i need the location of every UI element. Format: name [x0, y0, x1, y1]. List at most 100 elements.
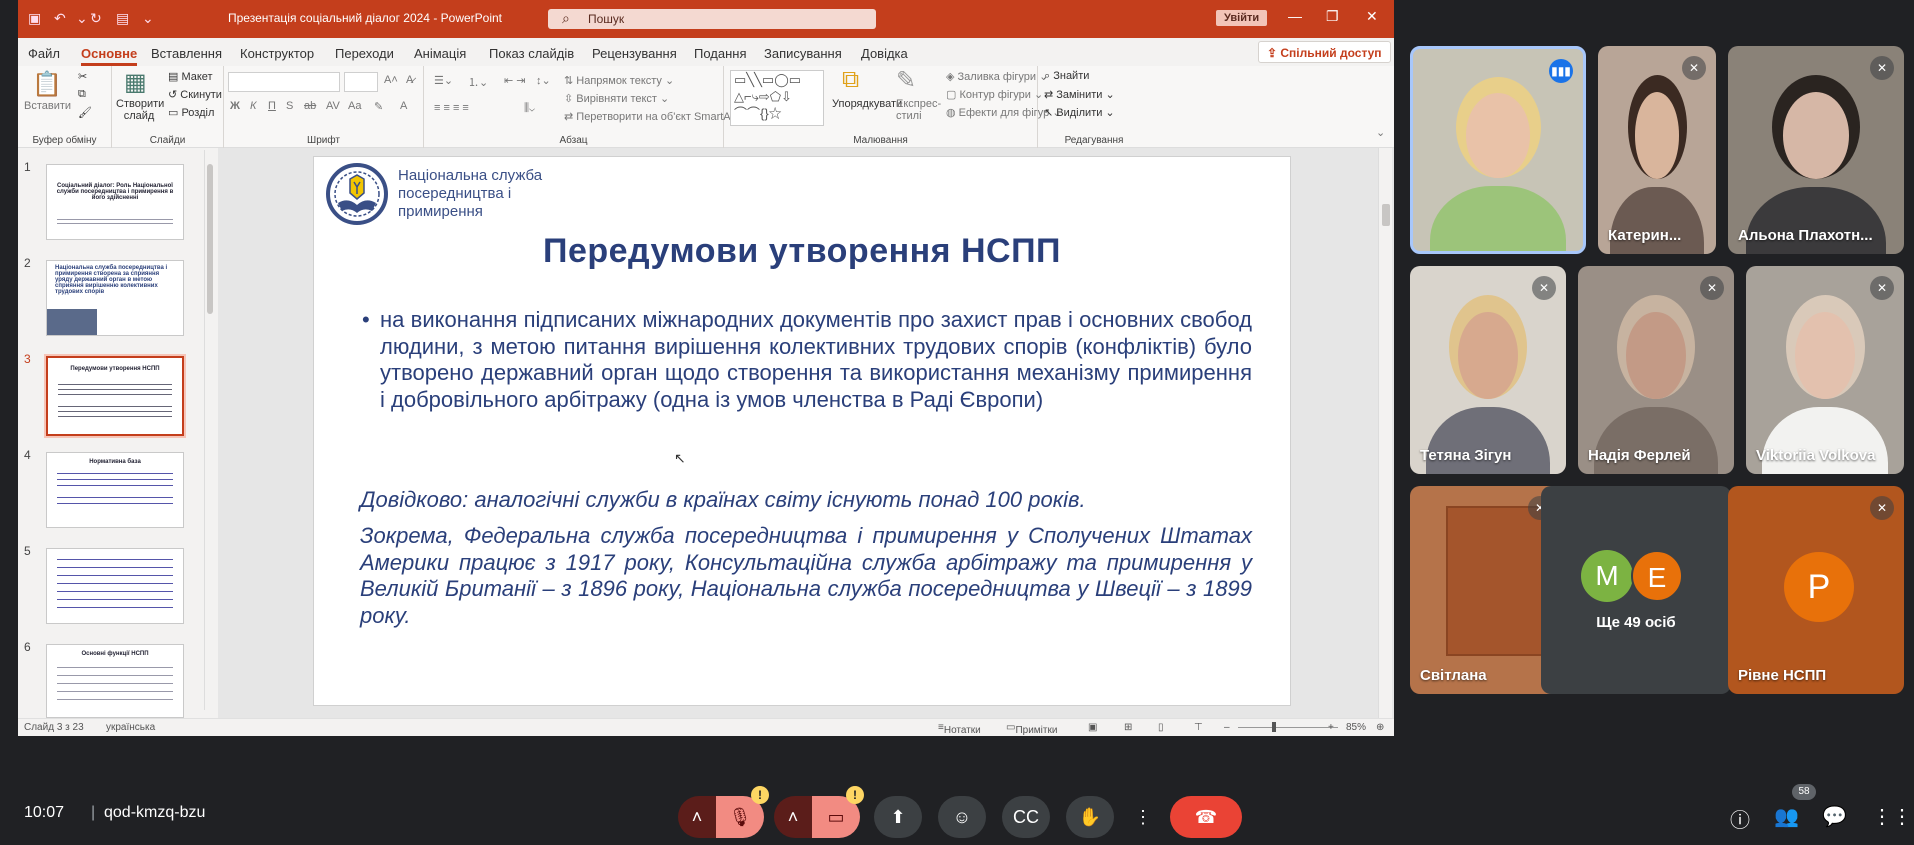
- slide-thumbnail-1[interactable]: Соціальний діалог: Роль Національної слу…: [46, 164, 184, 240]
- grow-font-icon[interactable]: A˄: [384, 74, 398, 86]
- reactions-button[interactable]: ☺: [938, 796, 986, 838]
- paste-button[interactable]: Вставити: [24, 100, 71, 112]
- others-tile[interactable]: M E Ще 49 осіб: [1541, 486, 1731, 694]
- video-options-button[interactable]: ˄: [774, 796, 812, 838]
- people-icon[interactable]: 👥: [1774, 804, 1799, 829]
- format-painter-icon[interactable]: 🖌: [78, 106, 92, 119]
- share-button[interactable]: ⇪ Спільний доступ: [1258, 41, 1391, 63]
- tab-review[interactable]: Рецензування: [592, 46, 677, 61]
- copy-icon[interactable]: ⧉: [78, 88, 86, 101]
- zoom-in-icon[interactable]: +: [1328, 722, 1334, 733]
- new-slide-button[interactable]: Створити слайд: [116, 98, 164, 122]
- sorter-view-icon[interactable]: ⊞: [1124, 722, 1132, 733]
- arrange-button[interactable]: Упорядкувати: [832, 98, 902, 110]
- smartart-button[interactable]: ⇄ Перетворити на об'єкт SmartArt ⌄: [564, 110, 750, 123]
- spacing-icon[interactable]: AV: [326, 100, 340, 112]
- quick-styles-button[interactable]: Експрес-стилі: [896, 98, 941, 122]
- present-icon[interactable]: ▤: [116, 10, 129, 27]
- autosave-icon[interactable]: ▣: [28, 10, 41, 27]
- underline-icon[interactable]: П: [268, 100, 276, 112]
- captions-button[interactable]: CC: [1002, 796, 1050, 838]
- slide-canvas[interactable]: Національна служба посередництва і прими…: [313, 156, 1291, 706]
- columns-icon[interactable]: ⫼⌄: [524, 102, 535, 115]
- fit-to-window-icon[interactable]: ⊕: [1376, 722, 1384, 733]
- align-left-icon[interactable]: ≡ ≡ ≡ ≡: [434, 102, 469, 114]
- slide-thumbnail-5[interactable]: [46, 548, 184, 624]
- find-button[interactable]: ⌕ Знайти: [1044, 70, 1089, 83]
- undo-icon[interactable]: ↶: [54, 10, 66, 27]
- zoom-level[interactable]: 85%: [1346, 722, 1366, 733]
- arrange-icon[interactable]: ⧉: [842, 66, 859, 94]
- scrollbar-thumb[interactable]: [1382, 204, 1390, 226]
- line-spacing-icon[interactable]: ↕⌄: [536, 74, 551, 87]
- raise-hand-button[interactable]: ✋: [1066, 796, 1114, 838]
- thumbnails-scrollbar[interactable]: [204, 150, 214, 710]
- shadow-icon[interactable]: S: [286, 100, 293, 112]
- layout-button[interactable]: ▤ Макет: [168, 70, 213, 83]
- strikethrough-icon[interactable]: ab: [304, 100, 316, 112]
- comments-button[interactable]: ▭ Примітки: [1006, 722, 1057, 736]
- normal-view-icon[interactable]: ▣: [1088, 722, 1097, 733]
- quick-styles-icon[interactable]: ✎: [896, 66, 916, 95]
- scrollbar-thumb[interactable]: [207, 164, 213, 314]
- tab-slideshow[interactable]: Показ слайдів: [489, 46, 574, 61]
- participant-tile[interactable]: ✕ Катерин...: [1598, 46, 1716, 254]
- participant-tile[interactable]: ✕ Альона Плахотн...: [1728, 46, 1904, 254]
- info-icon[interactable]: ⓘ: [1730, 804, 1750, 833]
- tab-help[interactable]: Довідка: [861, 46, 908, 61]
- close-icon[interactable]: ✕: [1366, 8, 1378, 25]
- participant-tile[interactable]: ✕ Viktoriia Volkova: [1746, 266, 1904, 474]
- font-size-input[interactable]: [344, 72, 378, 92]
- highlight-icon[interactable]: ✎: [374, 100, 383, 113]
- slide-thumbnail-4[interactable]: Нормативна база: [46, 452, 184, 528]
- participant-tile[interactable]: ✕ P Рівне НСПП: [1728, 486, 1904, 694]
- zoom-out-icon[interactable]: –: [1224, 722, 1230, 733]
- undo-dropdown-icon[interactable]: ⌄: [76, 10, 88, 27]
- numbering-icon[interactable]: ⒈⌄: [468, 74, 488, 90]
- notes-button[interactable]: ≡ Нотатки: [938, 722, 981, 736]
- tab-recording[interactable]: Записування: [764, 46, 842, 61]
- italic-icon[interactable]: К: [250, 100, 256, 112]
- meeting-code[interactable]: qod-kmzq-bzu: [104, 804, 205, 822]
- present-screen-button[interactable]: ⬆: [874, 796, 922, 838]
- tab-insert[interactable]: Вставлення: [151, 46, 222, 61]
- editor-scrollbar[interactable]: [1378, 148, 1392, 718]
- cut-icon[interactable]: ✂: [78, 70, 87, 83]
- tab-file[interactable]: Файл: [28, 46, 60, 61]
- participant-tile[interactable]: ▮▮▮: [1410, 46, 1586, 254]
- participant-tile[interactable]: ✕ Тетяна Зігун: [1410, 266, 1566, 474]
- zoom-slider[interactable]: [1238, 727, 1338, 728]
- indent-icon[interactable]: ⇤ ⇥: [504, 74, 526, 87]
- leave-call-button[interactable]: ☎: [1170, 796, 1242, 838]
- slide-thumbnail-3[interactable]: Передумови утворення НСПП: [46, 356, 184, 436]
- tab-animations[interactable]: Анімація: [414, 46, 466, 61]
- tab-design[interactable]: Конструктор: [240, 46, 314, 61]
- font-color-icon[interactable]: A: [400, 100, 407, 112]
- shapes-gallery[interactable]: ▭╲╲▭◯▭ △⌐⤷⇨⬠⇩ ⌒⌒{}☆: [730, 70, 824, 126]
- participant-tile[interactable]: ✕ Надія Ферлей: [1578, 266, 1734, 474]
- chat-icon[interactable]: 💬: [1822, 804, 1847, 829]
- change-case-icon[interactable]: Aa: [348, 100, 361, 112]
- font-name-input[interactable]: [228, 72, 340, 92]
- slideshow-view-icon[interactable]: ⊤: [1194, 722, 1203, 733]
- reading-view-icon[interactable]: ▯: [1158, 722, 1164, 733]
- slide-thumbnail-6[interactable]: Основні функції НСПП: [46, 644, 184, 718]
- select-button[interactable]: ↖ Виділити ⌄: [1044, 106, 1115, 119]
- align-text-button[interactable]: ⇳ Вирівняти текст ⌄: [564, 92, 669, 105]
- audio-options-button[interactable]: ˄: [678, 796, 716, 838]
- clear-format-icon[interactable]: A̷: [406, 74, 413, 86]
- shape-fill-button[interactable]: ◈ Заливка фігури ⌄: [946, 70, 1048, 83]
- activities-icon[interactable]: ⋮⋮: [1872, 804, 1912, 829]
- section-button[interactable]: ▭ Розділ: [168, 106, 214, 119]
- search-input[interactable]: ⌕ Пошук: [548, 9, 876, 29]
- tab-view[interactable]: Подання: [694, 46, 747, 61]
- text-direction-button[interactable]: ⇅ Напрямок тексту ⌄: [564, 74, 674, 87]
- restore-icon[interactable]: ❐: [1326, 8, 1339, 25]
- bold-icon[interactable]: Ж: [230, 100, 240, 112]
- shape-outline-button[interactable]: ▢ Контур фігури ⌄: [946, 88, 1043, 101]
- paste-icon[interactable]: 📋: [32, 70, 62, 99]
- collapse-ribbon-icon[interactable]: ⌄: [1376, 126, 1385, 139]
- tab-transitions[interactable]: Переходи: [335, 46, 394, 61]
- bullets-icon[interactable]: ☰⌄: [434, 74, 453, 87]
- more-options-button[interactable]: ⋮: [1130, 796, 1156, 838]
